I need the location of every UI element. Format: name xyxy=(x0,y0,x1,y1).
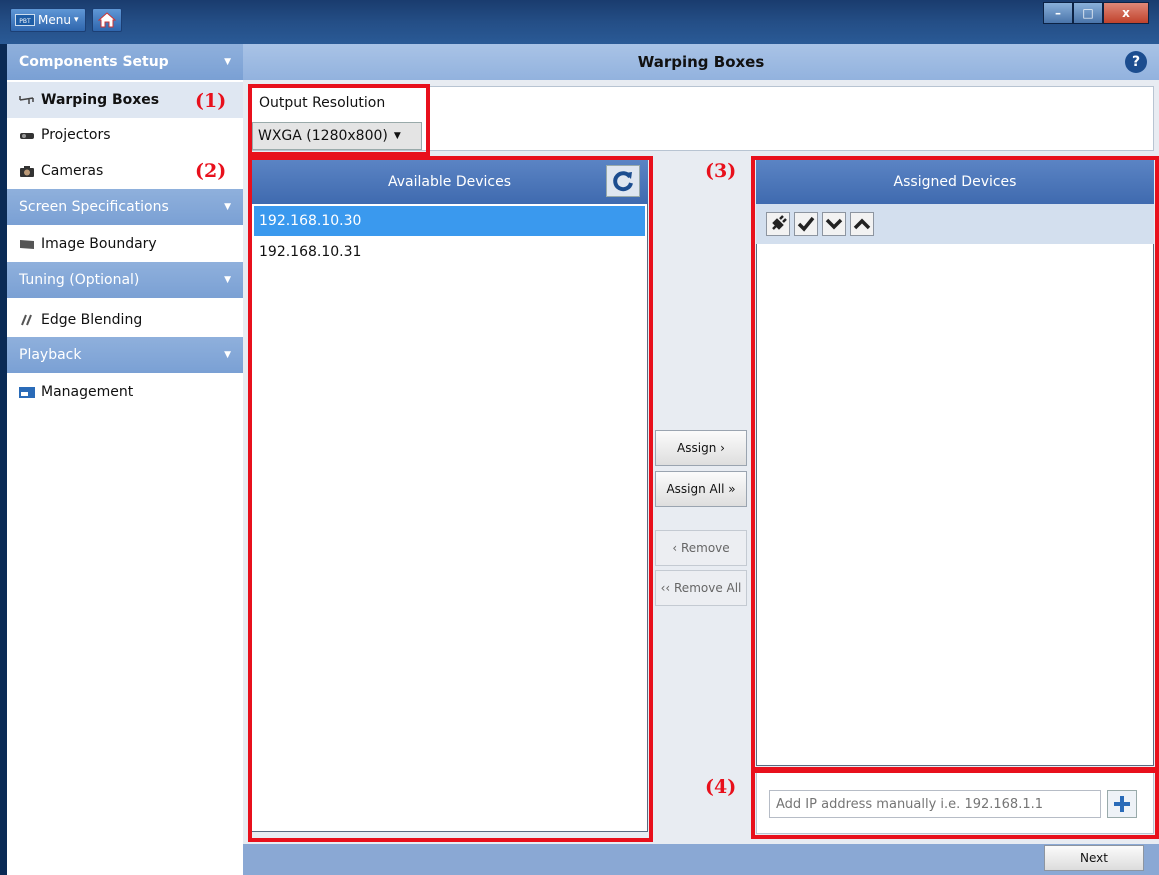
chevron-up-icon xyxy=(853,218,871,230)
assign-all-button[interactable]: Assign All » xyxy=(655,471,747,507)
close-button[interactable]: x xyxy=(1103,2,1149,24)
assigned-toolbar xyxy=(756,204,1154,244)
camera-icon xyxy=(20,166,34,177)
selected-resolution: WXGA (1280x800) xyxy=(258,128,388,144)
chevron-down-icon xyxy=(825,218,843,230)
page-title: Warping Boxes xyxy=(637,53,765,71)
remove-button[interactable]: ‹ Remove xyxy=(655,530,747,566)
sidebar-item-label: Cameras xyxy=(41,163,104,179)
assigned-devices-panel xyxy=(756,160,1154,766)
plus-icon xyxy=(1114,796,1130,812)
sidebar-item-label: Edge Blending xyxy=(41,312,143,328)
maximize-button[interactable]: □ xyxy=(1073,2,1103,24)
device-row[interactable]: 192.168.10.30 xyxy=(254,206,645,236)
section-label: Playback xyxy=(19,347,82,363)
chevron-down-icon: ▼ xyxy=(224,350,231,360)
title-bar xyxy=(0,0,1159,44)
add-ip-button[interactable] xyxy=(1107,790,1137,818)
available-devices-header: Available Devices xyxy=(251,160,648,204)
bottom-bar xyxy=(243,844,1159,875)
assigned-devices-header: Assigned Devices xyxy=(756,160,1154,204)
sidebar-item-edge-blending[interactable]: Edge Blending xyxy=(7,302,243,338)
window-controls: – □ x xyxy=(1043,2,1151,26)
next-button[interactable]: Next xyxy=(1044,845,1144,871)
home-icon xyxy=(98,12,116,28)
check-button[interactable] xyxy=(794,212,818,236)
section-label: Components Setup xyxy=(19,54,169,70)
chevron-down-icon: ▾ xyxy=(73,15,79,25)
checkmark-icon xyxy=(797,216,815,232)
menu-button[interactable]: PBT Menu ▾ xyxy=(10,8,86,32)
section-label: Screen Specifications xyxy=(19,199,169,215)
help-button[interactable]: ? xyxy=(1125,51,1147,73)
move-down-button[interactable] xyxy=(822,212,846,236)
pbt-logo-icon: PBT xyxy=(15,14,35,26)
refresh-icon xyxy=(613,171,633,192)
sidebar-item-management[interactable]: Management xyxy=(7,374,243,410)
sidebar-item-label: Projectors xyxy=(41,127,111,143)
chevron-down-icon: ▼ xyxy=(224,275,231,285)
sidebar-item-label: Image Boundary xyxy=(41,236,157,252)
move-up-button[interactable] xyxy=(850,212,874,236)
remove-all-button[interactable]: ‹‹ Remove All xyxy=(655,570,747,606)
annotation-label-2: (2) xyxy=(195,160,227,182)
minimize-button[interactable]: – xyxy=(1043,2,1073,24)
section-tuning-optional[interactable]: Tuning (Optional) ▼ xyxy=(7,262,243,298)
section-components-setup[interactable]: Components Setup ▼ xyxy=(7,44,243,80)
section-screen-specifications[interactable]: Screen Specifications ▼ xyxy=(7,189,243,225)
section-label: Tuning (Optional) xyxy=(19,272,140,288)
ip-address-input[interactable] xyxy=(769,790,1101,818)
sidebar-item-label: Management xyxy=(41,384,134,400)
output-resolution-label: Output Resolution xyxy=(259,95,386,111)
projector-icon xyxy=(20,133,34,139)
management-icon xyxy=(19,387,35,398)
chevron-down-icon: ▼ xyxy=(393,131,401,141)
edge-blending-icon xyxy=(21,314,32,326)
section-playback[interactable]: Playback ▼ xyxy=(7,337,243,373)
chevron-down-icon: ▼ xyxy=(224,202,231,212)
annotation-label-4: (4) xyxy=(705,776,737,798)
device-row[interactable]: 192.168.10.31 xyxy=(254,237,645,267)
output-resolution-select[interactable]: WXGA (1280x800) ▼ xyxy=(252,122,422,150)
chevron-down-icon: ▼ xyxy=(224,57,231,67)
refresh-button[interactable] xyxy=(606,165,640,197)
image-boundary-icon xyxy=(20,240,34,249)
connect-button[interactable] xyxy=(766,212,790,236)
sidebar-item-label: Warping Boxes xyxy=(41,92,160,108)
plug-icon xyxy=(772,215,787,230)
home-button[interactable] xyxy=(92,8,122,32)
annotation-label-3: (3) xyxy=(705,160,737,182)
sidebar-item-projectors[interactable]: Projectors xyxy=(7,117,243,153)
sidebar-item-image-boundary[interactable]: Image Boundary xyxy=(7,226,243,262)
menu-label: Menu xyxy=(38,13,71,27)
warping-box-icon xyxy=(19,96,34,104)
annotation-label-1: (1) xyxy=(195,90,227,112)
assign-button[interactable]: Assign › xyxy=(655,430,747,466)
